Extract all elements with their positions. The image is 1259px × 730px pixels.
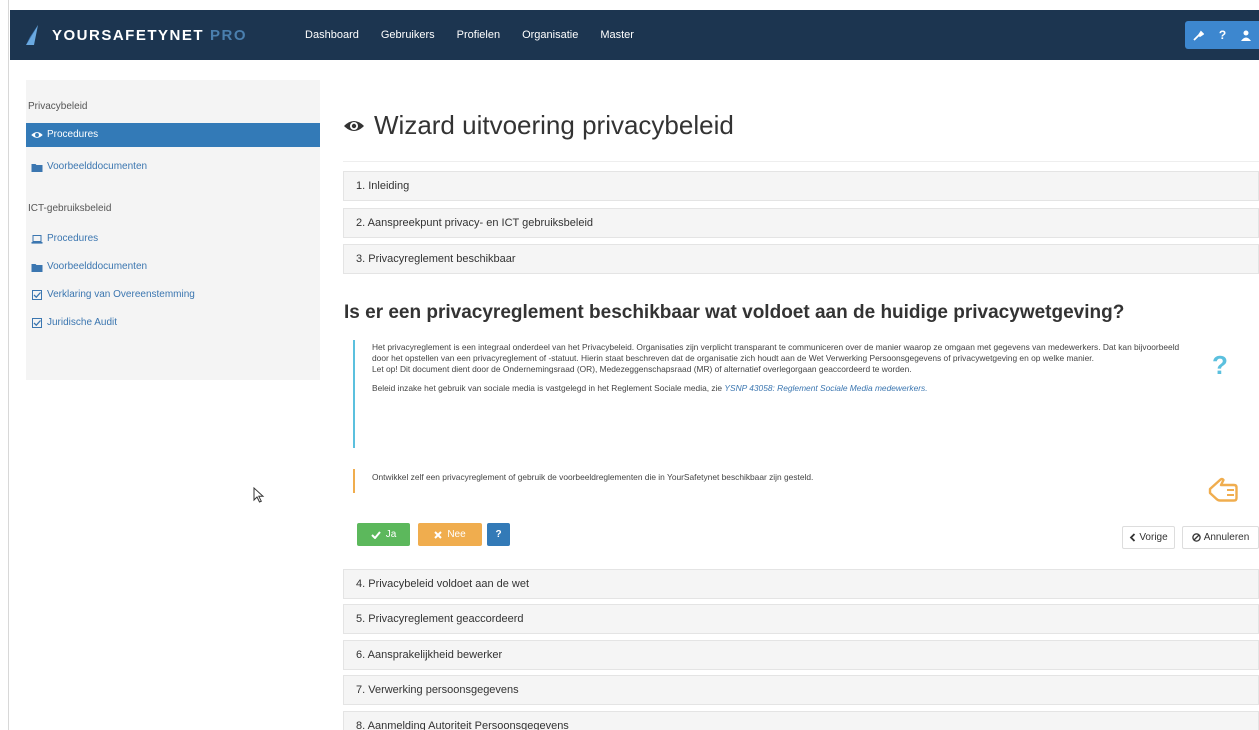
check-square-icon xyxy=(32,290,42,300)
user-icon[interactable] xyxy=(1241,30,1252,41)
hand-pointing-icon xyxy=(1208,477,1238,502)
wizard-step-3[interactable]: 3. Privacyreglement beschikbaar xyxy=(343,244,1259,274)
document-link[interactable]: YSNP 43058: Reglement Sociale Media mede… xyxy=(724,383,927,393)
sidebar-item-ict-procedures[interactable]: Procedures xyxy=(26,227,320,251)
eye-icon xyxy=(344,120,364,131)
check-icon xyxy=(371,530,381,539)
sidebar-item-label: Verklaring van Overeenstemming xyxy=(47,289,195,300)
wizard-step-4[interactable]: 4. Privacybeleid voldoet aan de wet xyxy=(343,569,1259,599)
sidebar: Privacybeleid Procedures Voorbeelddocume… xyxy=(26,80,320,380)
wizard-step-6[interactable]: 6. Aansprakelijkheid bewerker xyxy=(343,640,1259,670)
brand[interactable]: YOURSAFETYNET PRO xyxy=(24,24,247,46)
wizard-step-1[interactable]: 1. Inleiding xyxy=(343,171,1259,201)
nav-tools: ? xyxy=(1185,21,1259,49)
nav-link-gebruikers[interactable]: Gebruikers xyxy=(381,29,435,41)
ban-icon xyxy=(1191,533,1201,542)
wizard-step-5[interactable]: 5. Privacyreglement geaccordeerd xyxy=(343,604,1259,634)
nav-link-dashboard[interactable]: Dashboard xyxy=(305,29,359,41)
wizard-step-8[interactable]: 8. Aanmelding Autoriteit Persoonsgegeven… xyxy=(343,711,1259,730)
sidebar-item-label: Voorbeelddocumenten xyxy=(47,161,148,172)
yes-button-label: Ja xyxy=(385,529,397,540)
sidebar-item-label: Juridische Audit xyxy=(47,317,118,328)
mouse-cursor-icon xyxy=(253,487,265,503)
step-question: Is er een privacyreglement beschikbaar w… xyxy=(344,302,1125,323)
previous-button-label: Vorige xyxy=(1139,532,1168,543)
cancel-button[interactable]: Annuleren xyxy=(1182,526,1259,549)
yes-button[interactable]: Ja xyxy=(357,523,410,546)
nav-link-organisatie[interactable]: Organisatie xyxy=(522,29,578,41)
sidebar-item-label: Procedures xyxy=(47,233,99,244)
page-title: Wizard uitvoering privacybeleid xyxy=(374,110,734,140)
info-callout: Het privacyreglement is een integraal on… xyxy=(353,340,1193,448)
nav-link-profielen[interactable]: Profielen xyxy=(457,29,500,41)
folder-icon xyxy=(31,163,43,172)
no-button-label: Nee xyxy=(447,529,466,540)
info-paragraph: Beleid inzake het gebruik van sociale me… xyxy=(372,383,1193,394)
sidebar-item-label: Voorbeelddocumenten xyxy=(47,261,148,272)
help-icon[interactable]: ? xyxy=(1219,28,1226,42)
title-divider xyxy=(343,161,1259,162)
sidebar-item-label: Procedures xyxy=(47,129,99,140)
chevron-left-icon xyxy=(1130,533,1136,542)
eye-icon xyxy=(31,132,43,138)
brand-suffix: PRO xyxy=(210,26,248,44)
previous-button[interactable]: Vorige xyxy=(1122,526,1175,549)
help-button[interactable]: ? xyxy=(487,523,510,546)
sidebar-header-ict: ICT-gebruiksbeleid xyxy=(28,203,112,214)
cancel-button-label: Annuleren xyxy=(1203,532,1250,543)
nav-links: Dashboard Gebruikers Profielen Organisat… xyxy=(305,29,656,41)
wrench-icon[interactable] xyxy=(1192,30,1204,41)
check-square-icon xyxy=(32,318,42,328)
top-navbar: YOURSAFETYNET PRO Dashboard Gebruikers P… xyxy=(10,10,1259,60)
window-left-edge xyxy=(0,0,9,730)
info-paragraph: Het privacyreglement is een integraal on… xyxy=(372,342,1180,363)
sidebar-header-privacybeleid: Privacybeleid xyxy=(28,101,88,112)
wizard-step-7[interactable]: 7. Verwerking persoonsgegevens xyxy=(343,675,1259,705)
page-heading: Wizard uitvoering privacybeleid xyxy=(343,110,734,141)
sidebar-item-privacy-procedures[interactable]: Procedures xyxy=(26,123,320,147)
sidebar-item-verklaring[interactable]: Verklaring van Overeenstemming xyxy=(26,283,320,307)
sidebar-item-ict-voorbeelddocumenten[interactable]: Voorbeelddocumenten xyxy=(26,255,320,279)
info-paragraph: Let op! Dit document dient door de Onder… xyxy=(372,364,912,374)
times-icon xyxy=(434,530,443,539)
laptop-icon xyxy=(31,234,43,244)
question-mark-icon: ? xyxy=(1212,350,1228,380)
wizard-step-2[interactable]: 2. Aanspreekpunt privacy- en ICT gebruik… xyxy=(343,208,1259,238)
warning-callout: Ontwikkel zelf een privacyreglement of g… xyxy=(353,469,1193,493)
brand-logo-icon xyxy=(26,25,38,45)
no-button[interactable]: Nee xyxy=(418,523,482,546)
sidebar-item-juridische-audit[interactable]: Juridische Audit xyxy=(26,311,320,335)
nav-link-master[interactable]: Master xyxy=(600,29,634,41)
info-text: Beleid inzake het gebruik van sociale me… xyxy=(372,383,723,393)
brand-name: YOURSAFETYNET xyxy=(52,26,205,44)
folder-icon xyxy=(31,263,43,272)
sidebar-item-privacy-voorbeelddocumenten[interactable]: Voorbeelddocumenten xyxy=(26,155,320,179)
warning-text: Ontwikkel zelf een privacyreglement of g… xyxy=(372,472,814,482)
